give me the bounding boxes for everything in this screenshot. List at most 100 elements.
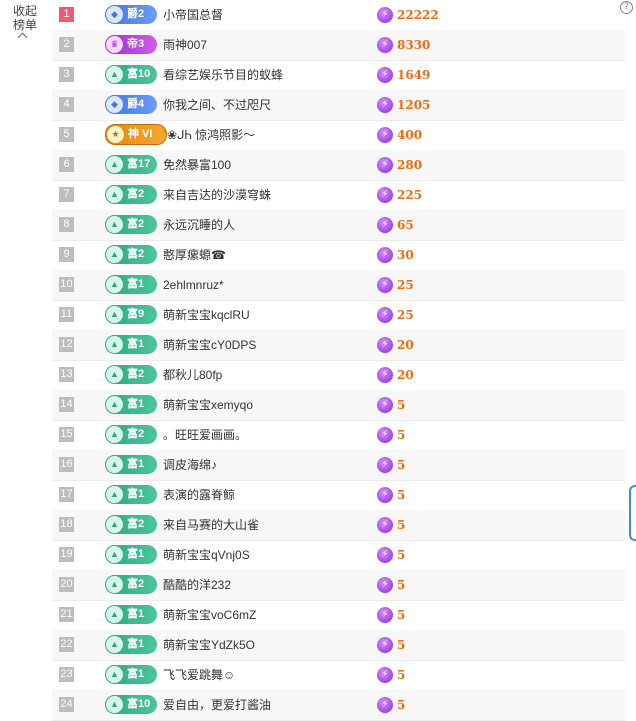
user-name[interactable]: 爱自由，更爱打酱油: [163, 690, 271, 720]
level-badge: ▲ 富17: [105, 155, 157, 174]
rank-number: 12: [59, 337, 74, 352]
level-badge: ◆ 爵4: [105, 95, 157, 114]
level-badge: ▲ 富1: [105, 545, 157, 564]
user-name[interactable]: 来自马赛的大山雀: [163, 510, 259, 540]
level-badge-icon: ▲: [106, 366, 123, 383]
ranking-row[interactable]: 19 ▲ 富1 萌新宝宝qVnj0S ⚡ 5: [52, 540, 625, 571]
ranking-row[interactable]: 7 ▲ 富2 来自吉达的沙漠穹蛛 ⚡ 225: [52, 180, 625, 211]
lightning-coin-icon: ⚡: [377, 637, 393, 653]
level-badge-label: 帝3: [127, 38, 145, 50]
contribution-score: 5: [397, 608, 406, 622]
ranking-row[interactable]: 4 ◆ 爵4 你我之间、不过咫尺 ⚡ 1205: [52, 90, 625, 121]
user-name[interactable]: 萌新宝宝cY0DPS: [163, 330, 256, 360]
lightning-coin-icon: ⚡: [377, 187, 393, 203]
ranking-row[interactable]: 3 ▲ 富10 看综艺娱乐节目的蚁蜂 ⚡ 1649: [52, 60, 625, 91]
level-badge-label: 爵4: [127, 98, 145, 110]
level-badge-label: 富9: [127, 308, 145, 320]
collapse-ranking-toggle[interactable]: 收起 榜单: [0, 0, 50, 60]
ranking-row[interactable]: 24 ▲ 富10 爱自由，更爱打酱油 ⚡ 5: [52, 690, 625, 721]
lightning-coin-icon: ⚡: [377, 337, 393, 353]
level-badge: ▲ 富1: [105, 485, 157, 504]
ranking-row[interactable]: 20 ▲ 富2 酷酷的洋232 ⚡ 5: [52, 570, 625, 601]
contribution-score: 1649: [397, 68, 431, 82]
level-badge-icon: ▲: [106, 246, 123, 263]
user-name[interactable]: 免然暴富100: [163, 150, 231, 180]
rank-number: 2: [59, 37, 74, 52]
user-name[interactable]: 萌新宝宝YdZk5O: [163, 630, 255, 660]
contribution-score: 20: [397, 368, 414, 382]
rank-number: 19: [59, 547, 74, 562]
user-name[interactable]: 看综艺娱乐节目的蚁蜂: [163, 60, 283, 90]
user-name[interactable]: 雨神007: [163, 30, 207, 60]
ranking-row[interactable]: 23 ▲ 富1 飞飞爱跳舞☺ ⚡ 5: [52, 660, 625, 691]
ranking-row[interactable]: 6 ▲ 富17 免然暴富100 ⚡ 280: [52, 150, 625, 181]
user-name[interactable]: 酷酷的洋232: [163, 570, 231, 600]
user-name[interactable]: 都秋儿80fp: [163, 360, 222, 390]
rank-number: 13: [59, 367, 74, 382]
contribution-score: 5: [397, 668, 406, 682]
chevron-up-icon: [17, 32, 28, 43]
lightning-coin-icon: ⚡: [377, 7, 393, 23]
ranking-row[interactable]: 21 ▲ 富1 萌新宝宝voC6mZ ⚡ 5: [52, 600, 625, 631]
ranking-row[interactable]: 1 ◆ 爵2 小帝国总督 ⚡ 22222: [52, 0, 625, 31]
user-name[interactable]: 飞飞爱跳舞☺: [163, 660, 235, 690]
user-name[interactable]: 。旺旺爱画画。: [163, 420, 247, 450]
level-badge-icon: ▲: [106, 186, 123, 203]
user-name[interactable]: 萌新宝宝kqclRU: [163, 300, 250, 330]
level-badge-label: 富1: [127, 398, 145, 410]
level-badge-label: 富1: [127, 638, 145, 650]
contribution-score: 8330: [397, 38, 431, 52]
ranking-row[interactable]: 22 ▲ 富1 萌新宝宝YdZk5O ⚡ 5: [52, 630, 625, 661]
level-badge: ▲ 富2: [105, 185, 157, 204]
ranking-row[interactable]: 11 ▲ 富9 萌新宝宝kqclRU ⚡ 25: [52, 300, 625, 331]
user-name[interactable]: 萌新宝宝voC6mZ: [163, 600, 256, 630]
lightning-coin-icon: ⚡: [377, 367, 393, 383]
level-badge-label: 富2: [127, 578, 145, 590]
level-badge-icon: ▲: [106, 486, 123, 503]
level-badge: ▲ 富2: [105, 365, 157, 384]
level-badge: ▲ 富1: [105, 395, 157, 414]
level-badge-icon: ▲: [106, 696, 123, 713]
level-badge-label: 富2: [127, 218, 145, 230]
user-name[interactable]: 来自吉达的沙漠穹蛛: [163, 180, 271, 210]
side-drawer-handle[interactable]: [629, 485, 636, 541]
lightning-coin-icon: ⚡: [377, 577, 393, 593]
level-badge: ▲ 富1: [105, 455, 157, 474]
contribution-score: 5: [397, 488, 406, 502]
user-name[interactable]: 2ehlmnruz*: [163, 270, 224, 300]
level-badge-icon: ▲: [106, 336, 123, 353]
ranking-row[interactable]: 14 ▲ 富1 萌新宝宝xemyqo ⚡ 5: [52, 390, 625, 421]
ranking-row[interactable]: 9 ▲ 富2 憨厚瘰螈☎ ⚡ 30: [52, 240, 625, 271]
rank-number: 10: [59, 277, 74, 292]
contribution-score: 5: [397, 548, 406, 562]
ranking-row[interactable]: 15 ▲ 富2 。旺旺爱画画。 ⚡ 5: [52, 420, 625, 451]
ranking-row[interactable]: 12 ▲ 富1 萌新宝宝cY0DPS ⚡ 20: [52, 330, 625, 361]
ranking-row[interactable]: 17 ▲ 富1 表演的露脊鲸 ⚡ 5: [52, 480, 625, 511]
level-badge-label: 富17: [127, 158, 151, 170]
lightning-coin-icon: ⚡: [377, 487, 393, 503]
ranking-row[interactable]: 8 ▲ 富2 永远沉睡的人 ⚡ 65: [52, 210, 625, 241]
contribution-score: 65: [397, 218, 414, 232]
ranking-row[interactable]: 18 ▲ 富2 来自马赛的大山雀 ⚡ 5: [52, 510, 625, 541]
user-name[interactable]: 永远沉睡的人: [163, 210, 235, 240]
level-badge: ▲ 富10: [105, 65, 157, 84]
contribution-score: 22222: [397, 8, 439, 22]
ranking-row[interactable]: 5 ★ 神 VI ʿ❀ᒍᏂ 惊鸿照影～ ⚡ 400: [52, 120, 625, 151]
user-name[interactable]: 小帝国总督: [163, 0, 223, 30]
user-name[interactable]: 萌新宝宝qVnj0S: [163, 540, 250, 570]
ranking-row[interactable]: 16 ▲ 富1 调皮海绵♪ ⚡ 5: [52, 450, 625, 481]
user-name[interactable]: 萌新宝宝xemyqo: [163, 390, 253, 420]
level-badge-icon: ▲: [106, 216, 123, 233]
ranking-row[interactable]: 2 ♛ 帝3 雨神007 ⚡ 8330: [52, 30, 625, 61]
user-name[interactable]: 调皮海绵♪: [163, 450, 217, 480]
ranking-row[interactable]: 13 ▲ 富2 都秋儿80fp ⚡ 20: [52, 360, 625, 391]
lightning-coin-icon: ⚡: [377, 277, 393, 293]
level-badge-icon: ◆: [106, 96, 123, 113]
ranking-row[interactable]: 10 ▲ 富1 2ehlmnruz* ⚡ 25: [52, 270, 625, 301]
lightning-coin-icon: ⚡: [377, 307, 393, 323]
level-badge-label: 富1: [127, 608, 145, 620]
user-name[interactable]: 你我之间、不过咫尺: [163, 90, 271, 120]
user-name[interactable]: ʿ❀ᒍᏂ 惊鸿照影～: [163, 120, 255, 150]
user-name[interactable]: 表演的露脊鲸: [163, 480, 235, 510]
user-name[interactable]: 憨厚瘰螈☎: [163, 240, 226, 270]
